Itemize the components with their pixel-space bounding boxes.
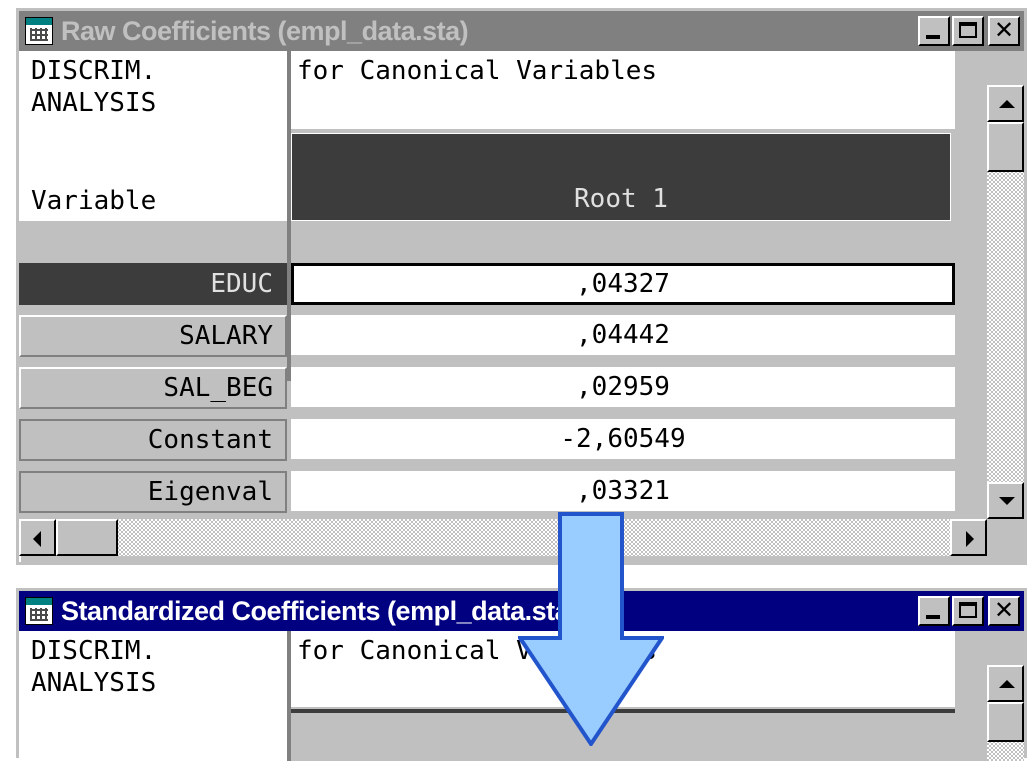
minimize-button[interactable] xyxy=(918,596,950,626)
title-bar[interactable]: Raw Coefficients (empl_data.sta) ✕ xyxy=(19,11,1024,51)
raw-coefficients-window[interactable]: Raw Coefficients (empl_data.sta) ✕ DISCR… xyxy=(16,8,1027,565)
scroll-up-arrow-icon xyxy=(999,100,1015,108)
scroll-up-button[interactable] xyxy=(987,85,1024,122)
vertical-scrollbar[interactable] xyxy=(987,85,1024,519)
variable-label: Variable xyxy=(31,186,157,216)
analysis-line1: DISCRIM. xyxy=(31,636,157,666)
cell-salary[interactable]: ,04442 xyxy=(291,315,955,357)
cell-sal-beg[interactable]: ,02959 xyxy=(291,367,955,409)
vertical-scroll-thumb[interactable] xyxy=(987,702,1024,742)
down-arrow-icon xyxy=(518,512,664,746)
maximize-button[interactable] xyxy=(952,16,984,46)
corner-header: DISCRIM. ANALYSIS Variable xyxy=(19,51,287,221)
minimize-icon xyxy=(926,615,940,619)
close-icon: ✕ xyxy=(993,596,1015,624)
analysis-line2: ANALYSIS xyxy=(31,668,157,698)
minimize-icon xyxy=(926,35,940,39)
row-label-constant[interactable]: Constant xyxy=(19,419,287,461)
maximize-icon xyxy=(959,602,977,618)
horizontal-scrollbar[interactable] xyxy=(19,519,987,556)
scroll-down-button[interactable] xyxy=(987,482,1024,519)
window-title: Raw Coefficients (empl_data.sta) xyxy=(61,15,469,46)
table-subtitle: for Canonical Variables xyxy=(291,51,955,129)
cell-eigenval[interactable]: ,03321 xyxy=(291,471,955,513)
window-title: Standardized Coefficients (empl_data.sta… xyxy=(61,595,578,626)
maximize-button[interactable] xyxy=(952,596,984,626)
spreadsheet-grid[interactable]: DISCRIM. ANALYSIS Variable for Canonical… xyxy=(19,51,1024,519)
horizontal-scroll-thumb[interactable] xyxy=(56,519,118,556)
app-grid-icon[interactable] xyxy=(25,597,53,625)
scroll-up-button[interactable] xyxy=(987,665,1024,702)
scroll-left-arrow-icon xyxy=(33,531,41,547)
scroll-right-arrow-icon xyxy=(966,531,974,547)
row-label-salary[interactable]: SALARY xyxy=(19,315,287,357)
scroll-right-button[interactable] xyxy=(950,519,987,556)
close-button[interactable]: ✕ xyxy=(988,596,1020,626)
row-label-educ[interactable]: EDUC xyxy=(19,263,287,305)
close-icon: ✕ xyxy=(993,16,1015,44)
corner-header: DISCRIM. ANALYSIS xyxy=(19,631,287,761)
analysis-line1: DISCRIM. xyxy=(31,56,157,86)
row-label-eigenval[interactable]: Eigenval xyxy=(19,471,287,513)
column-header-root1[interactable]: Root 1 xyxy=(291,133,951,221)
minimize-button[interactable] xyxy=(918,16,950,46)
vertical-scroll-thumb[interactable] xyxy=(987,122,1024,172)
cell-educ[interactable]: ,04327 xyxy=(291,263,955,305)
scroll-up-arrow-icon xyxy=(999,680,1015,688)
row-label-sal-beg[interactable]: SAL_BEG xyxy=(19,367,287,409)
scroll-down-arrow-icon xyxy=(999,497,1015,505)
subtitle-text: for Canonical Variables xyxy=(297,56,658,86)
scroll-left-button[interactable] xyxy=(19,519,56,556)
analysis-line2: ANALYSIS xyxy=(31,88,157,118)
cell-constant[interactable]: -2,60549 xyxy=(291,419,955,461)
app-grid-icon[interactable] xyxy=(25,17,53,45)
column-title: Root 1 xyxy=(574,184,668,214)
close-button[interactable]: ✕ xyxy=(988,16,1020,46)
maximize-icon xyxy=(959,22,977,38)
